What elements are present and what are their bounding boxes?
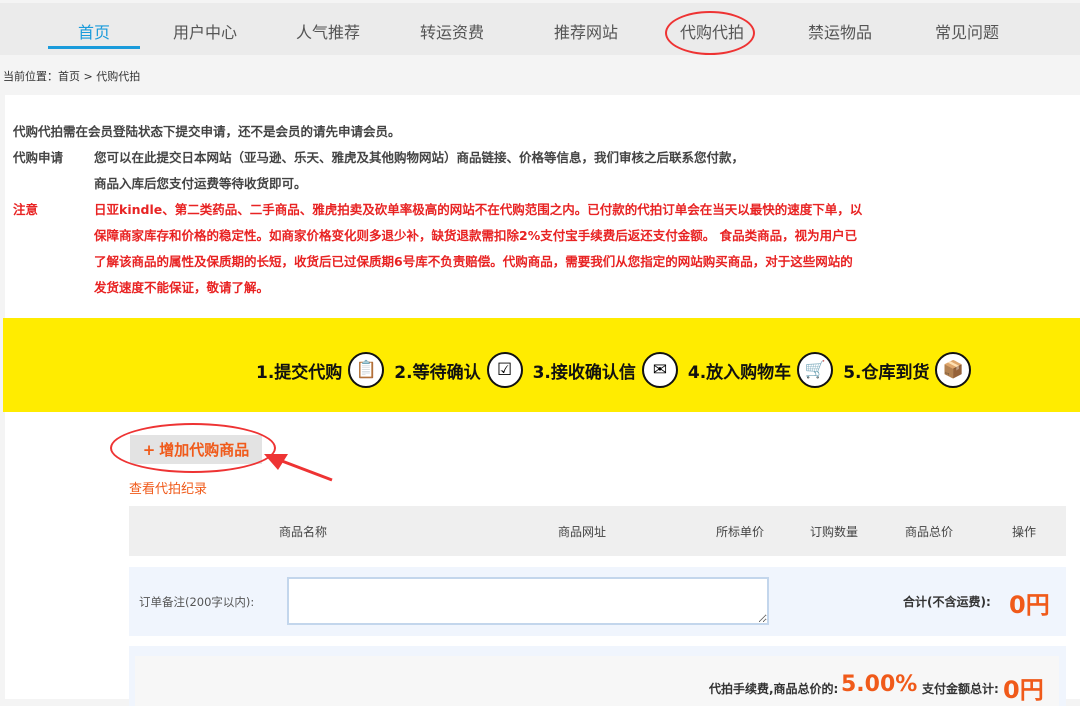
box-icon: 📦 [935, 352, 971, 388]
button-annotation-circle [110, 423, 276, 473]
col-url: 商品网址 [558, 523, 606, 540]
col-quantity: 订购数量 [810, 523, 858, 540]
apply-text: 商品入库后您支付运费等待收货即可。 [94, 173, 307, 192]
pay-total-label: 支付金额总计: [922, 680, 999, 697]
fee-value: 5.00% [841, 672, 917, 697]
step-label: 3.接收确认信 [533, 358, 636, 383]
pay-total-value: 0円 [1003, 670, 1044, 705]
nav-shipping-fees[interactable]: 转运资费 [420, 19, 484, 43]
apply-label: 代购申请 [13, 147, 63, 166]
history-link[interactable]: 查看代拍纪录 [129, 478, 207, 497]
note-text: 保障商家库存和价格的稳定性。如商家价格变化则多退少补，缺货退款需扣除2%支付宝手… [94, 225, 857, 244]
nav-home[interactable]: 首页 [78, 19, 110, 43]
highlight-annotation-circle [665, 11, 755, 55]
col-name: 商品名称 [279, 523, 327, 540]
nav-popular[interactable]: 人气推荐 [296, 19, 360, 43]
step-label: 4.放入购物车 [688, 358, 791, 383]
col-unit-price: 所标单价 [716, 523, 764, 540]
nav-user-center[interactable]: 用户中心 [173, 19, 237, 43]
note-text: 了解该商品的属性及保质期的长短，收货后已过保质期6号库不负责赔偿。代购商品，需要… [94, 251, 853, 270]
envelope-icon: ✉ [642, 352, 678, 388]
nav-faq[interactable]: 常见问题 [935, 19, 999, 43]
note-text: 发货速度不能保证，敬请了解。 [94, 277, 269, 296]
clipboard-list-icon: 📋 [348, 352, 384, 388]
col-actions: 操作 [1012, 523, 1036, 540]
remark-row: 订单备注(200字以内): 合计(不含运费): 0円 [129, 567, 1066, 636]
subtotal-value: 0円 [1009, 585, 1050, 620]
remark-label: 订单备注(200字以内): [139, 594, 254, 610]
step-label: 1.提交代购 [256, 358, 342, 383]
note-text: 日亚kindle、第二类药品、二手商品、雅虎拍卖及砍单率极高的网站不在代购范围之… [94, 199, 862, 218]
step-label: 2.等待确认 [394, 358, 480, 383]
apply-text: 您可以在此提交日本网站（亚马逊、乐天、雅虎及其他购物网站）商品链接、价格等信息，… [94, 147, 744, 166]
nav-recommended-sites[interactable]: 推荐网站 [554, 19, 618, 43]
fee-label: 代拍手续费,商品总价的: [709, 680, 838, 697]
process-steps: 1.提交代购 📋 2.等待确认 ☑ 3.接收确认信 ✉ 4.放入购物车 🛒 5.… [256, 352, 975, 388]
nav-prohibited-items[interactable]: 禁运物品 [808, 19, 872, 43]
clipboard-check-icon: ☑ [487, 352, 523, 388]
items-table-header: 商品名称 商品网址 所标单价 订购数量 商品总价 操作 [129, 506, 1066, 556]
notice-intro: 代购代拍需在会员登陆状态下提交申请，还不是会员的请先申请会员。 [13, 121, 401, 140]
cart-icon: 🛒 [797, 352, 833, 388]
active-tab-underline [48, 46, 140, 49]
step-label: 5.仓库到货 [843, 358, 929, 383]
top-nav: 首页 用户中心 人气推荐 转运资费 推荐网站 代购代拍 禁运物品 常见问题 [0, 3, 1080, 55]
remark-textarea[interactable] [287, 577, 769, 625]
note-label: 注意 [13, 199, 38, 218]
subtotal-label: 合计(不含运费): [903, 593, 991, 610]
annotation-arrow-icon [262, 450, 342, 490]
payment-summary: 代拍手续费,商品总价的: 5.00% 支付金额总计: 0円 [129, 646, 1066, 706]
breadcrumb: 当前位置：首页 > 代购代拍 [3, 68, 140, 84]
col-total: 商品总价 [905, 523, 953, 540]
